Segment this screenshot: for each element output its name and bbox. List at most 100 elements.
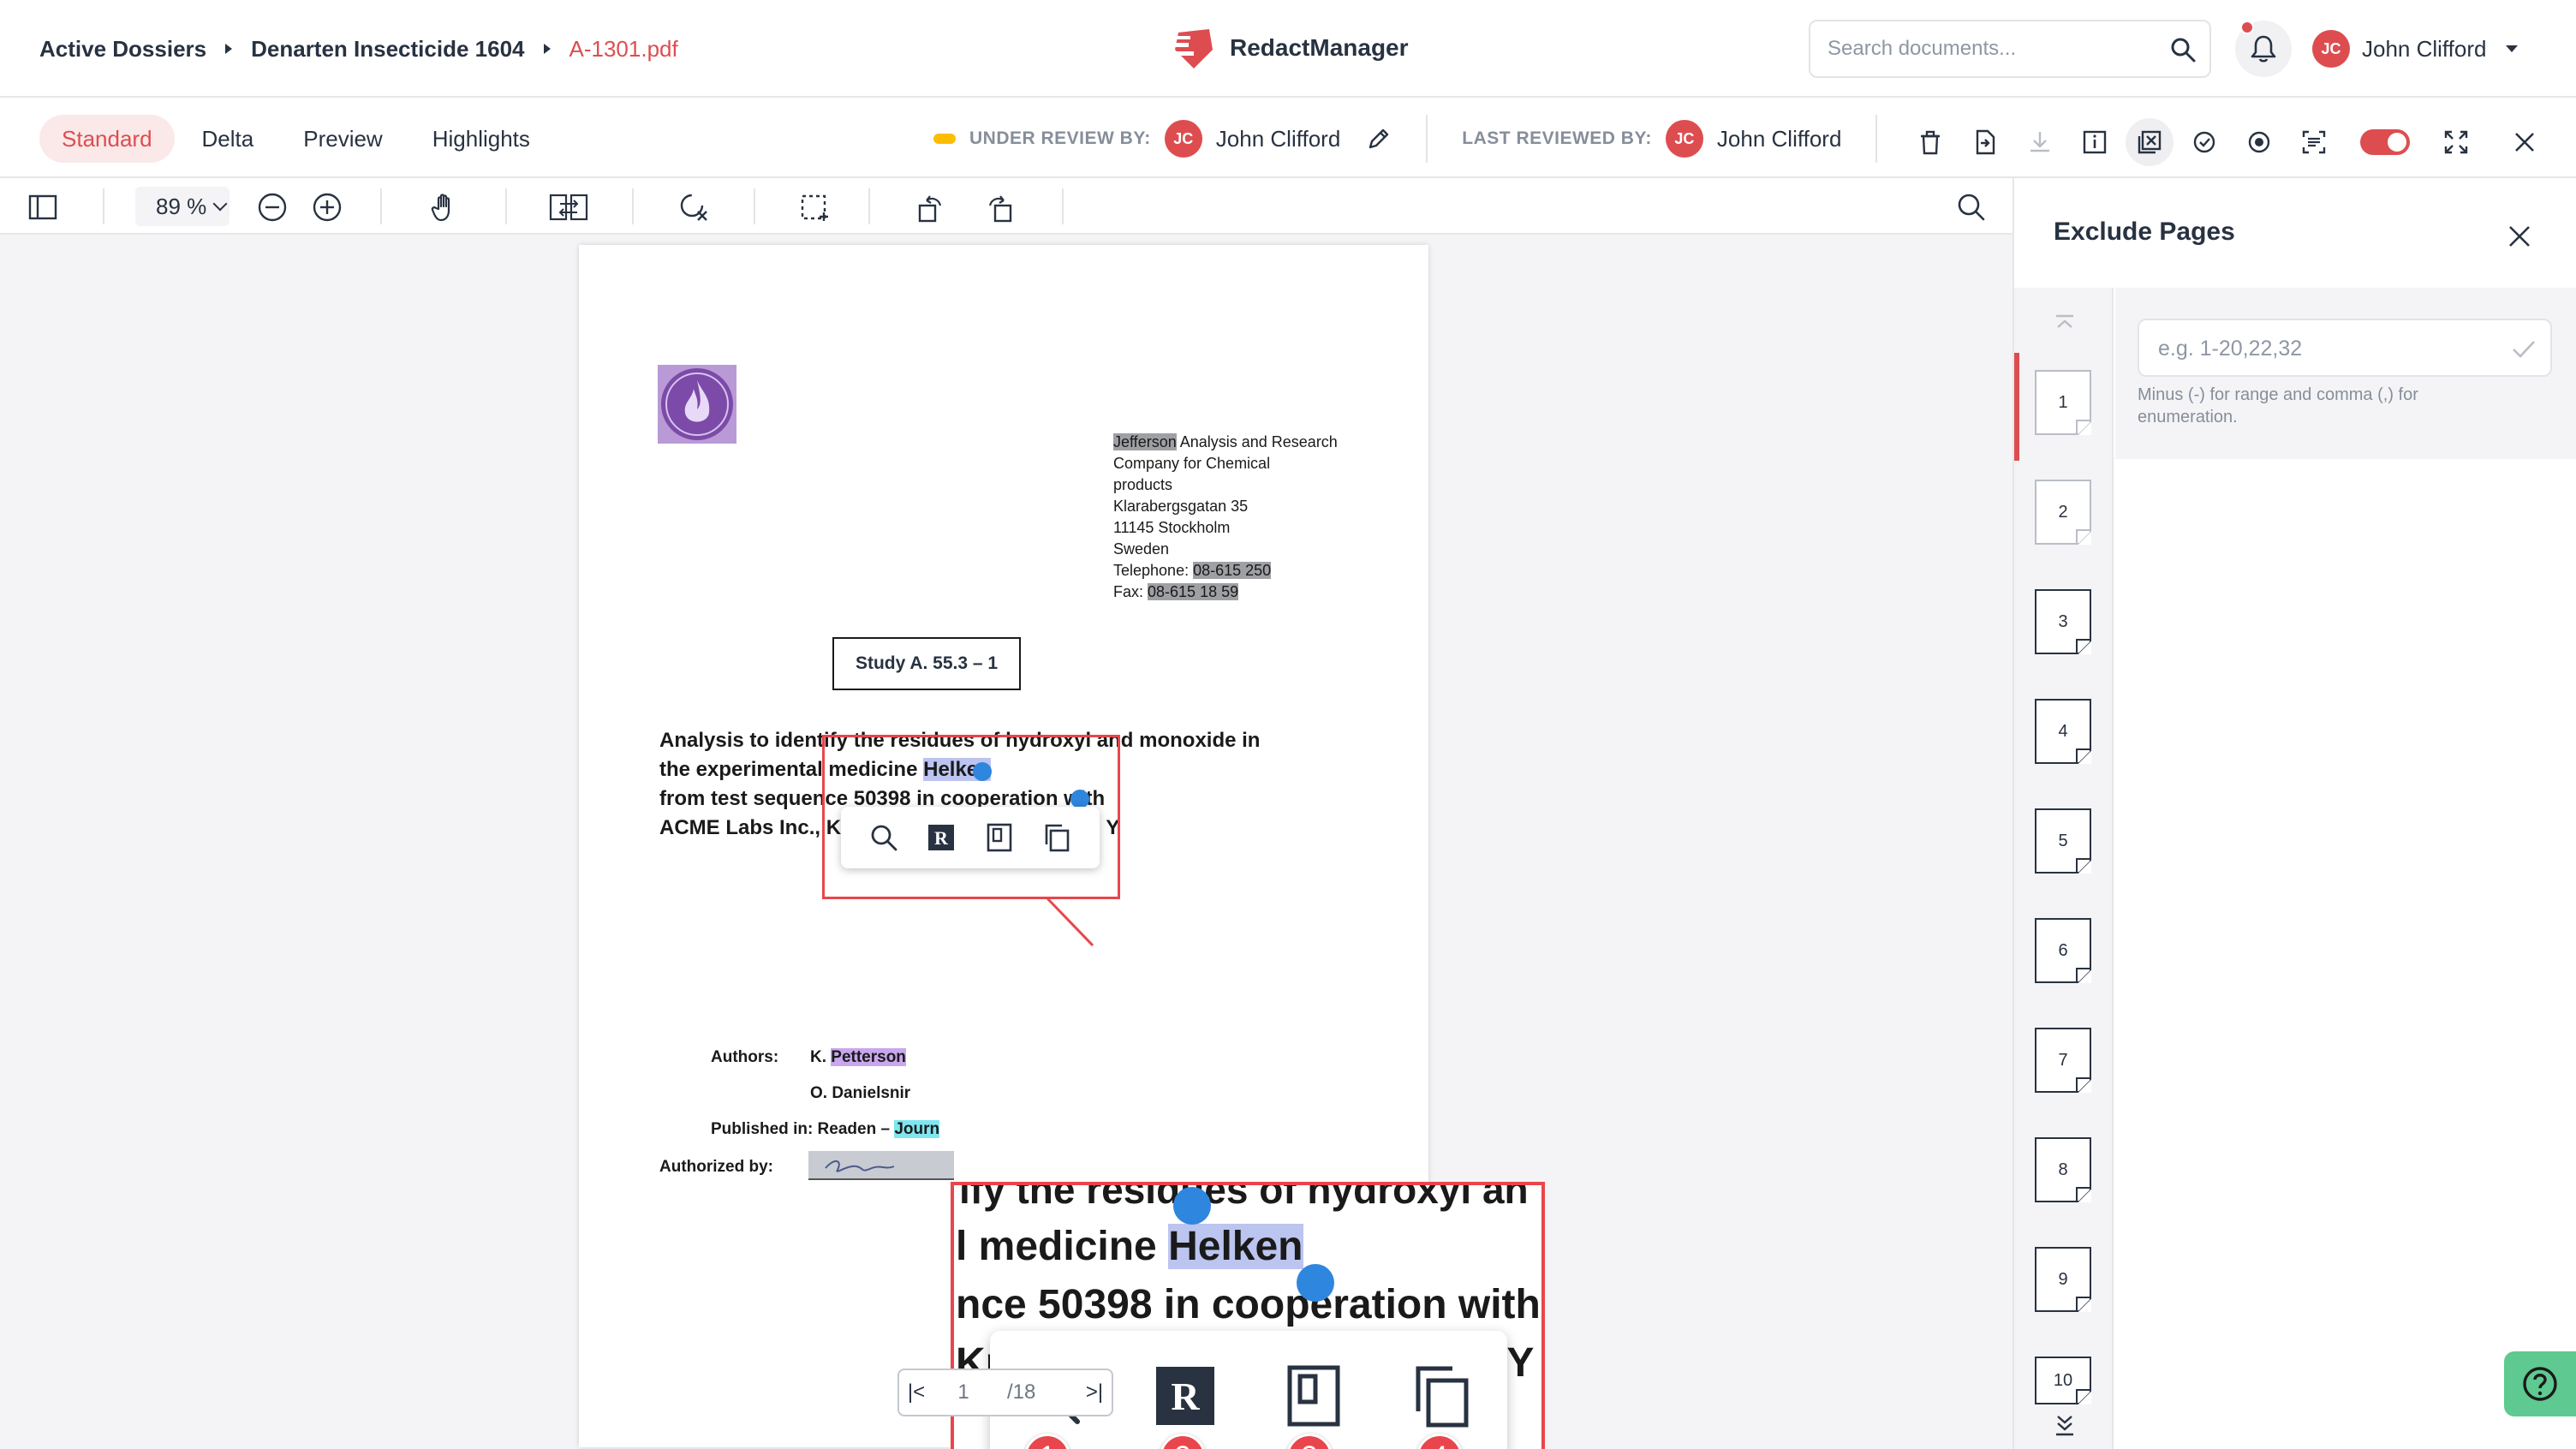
search-input[interactable] bbox=[1828, 33, 2153, 64]
rotate-left-icon[interactable] bbox=[913, 190, 947, 224]
redaction-highlight[interactable]: Journ bbox=[894, 1120, 940, 1138]
signature-redaction[interactable] bbox=[808, 1151, 954, 1180]
copy-icon bbox=[1416, 1366, 1469, 1428]
redaction-highlight[interactable]: 08-615 250 bbox=[1193, 562, 1272, 579]
view-mode-tabs: Standard Delta Preview Highlights bbox=[39, 115, 552, 163]
user-menu[interactable]: JC John Clifford bbox=[2312, 28, 2518, 69]
avatar: JC bbox=[1665, 120, 1703, 158]
zoom-out-icon[interactable] bbox=[255, 190, 289, 224]
page-thumbnail-9[interactable]: 9 bbox=[2035, 1247, 2091, 1312]
redaction-toggle[interactable] bbox=[2360, 129, 2410, 155]
document-viewer[interactable]: Jefferson Analysis and Research Company … bbox=[0, 236, 2012, 1449]
author-2: O. Danielsnir bbox=[810, 1084, 911, 1102]
page-thumbnail-7[interactable]: 7 bbox=[2035, 1028, 2091, 1093]
export-button[interactable] bbox=[1958, 121, 2012, 164]
study-label: Study A. 55.3 – 1 bbox=[832, 637, 1021, 690]
sender-address: Jefferson Analysis and Research Company … bbox=[1113, 432, 1370, 603]
page-thumbnail-1[interactable]: 1 bbox=[2035, 370, 2091, 435]
download-button[interactable] bbox=[2012, 121, 2067, 164]
exclude-pages-input[interactable] bbox=[2158, 334, 2501, 363]
divider bbox=[103, 188, 104, 224]
svg-text:R: R bbox=[934, 827, 949, 849]
download-icon bbox=[2030, 132, 2049, 152]
search-icon[interactable] bbox=[2168, 35, 2197, 64]
first-page-button[interactable]: |< bbox=[899, 1380, 933, 1404]
divider bbox=[632, 188, 634, 224]
scroll-to-bottom-icon[interactable] bbox=[2052, 1411, 2078, 1437]
close-icon[interactable] bbox=[2506, 223, 2533, 250]
divider bbox=[1875, 115, 1878, 163]
pencil-icon[interactable] bbox=[1366, 126, 1392, 152]
pan-hand-icon[interactable] bbox=[428, 190, 462, 224]
redaction-highlight[interactable]: Petterson bbox=[831, 1048, 906, 1066]
page-thumbnail-strip[interactable]: 1 2 3 4 5 6 7 8 9 10 bbox=[2014, 288, 2114, 1449]
close-document-button[interactable] bbox=[2497, 121, 2552, 164]
search-icon[interactable] bbox=[1954, 190, 1989, 224]
flame-logo-icon bbox=[661, 368, 733, 440]
page-thumbnail-3[interactable]: 3 bbox=[2035, 589, 2091, 654]
page-thumbnail-2[interactable]: 2 bbox=[2035, 480, 2091, 545]
address-line: Telephone: 08-615 250 bbox=[1113, 562, 1272, 579]
last-page-button[interactable]: >| bbox=[1077, 1380, 1112, 1404]
signature-image bbox=[825, 1160, 895, 1172]
breadcrumb-active-dossiers[interactable]: Active Dossiers bbox=[39, 36, 206, 63]
page-thumbnail-10[interactable]: 10 bbox=[2035, 1357, 2091, 1404]
search-redact-icon[interactable] bbox=[677, 190, 711, 224]
ocr-button[interactable] bbox=[2287, 121, 2341, 164]
area-select-icon[interactable] bbox=[798, 190, 832, 224]
notifications-button[interactable] bbox=[2235, 21, 2292, 77]
scroll-to-top-icon[interactable] bbox=[2052, 312, 2078, 337]
page-thumbnail-8[interactable]: 8 bbox=[2035, 1137, 2091, 1202]
page-thumbnail-4[interactable]: 4 bbox=[2035, 699, 2091, 764]
divider bbox=[380, 188, 382, 224]
selection-start-handle bbox=[1173, 1187, 1211, 1225]
current-page-input[interactable]: 1 bbox=[933, 1380, 993, 1404]
search-box bbox=[1809, 20, 2211, 78]
breadcrumb-current-file: A-1301.pdf bbox=[569, 35, 678, 62]
tab-delta[interactable]: Delta bbox=[180, 115, 277, 163]
redact-icon: R bbox=[1156, 1367, 1214, 1425]
fullscreen-button[interactable] bbox=[2429, 121, 2484, 164]
redact-icon[interactable]: R bbox=[926, 822, 957, 853]
document-toolbar: Standard Delta Preview Highlights UNDER … bbox=[0, 98, 2576, 178]
redaction-highlight[interactable]: 08-615 18 59 bbox=[1148, 583, 1239, 600]
tab-standard[interactable]: Standard bbox=[39, 115, 175, 163]
breadcrumb-dossier[interactable]: Denarten Insecticide 1604 bbox=[251, 36, 524, 63]
page-thumbnail-5[interactable]: 5 bbox=[2035, 808, 2091, 874]
record-button[interactable] bbox=[2232, 121, 2287, 164]
page-thumbnail-6[interactable]: 6 bbox=[2035, 918, 2091, 983]
panel-title: Exclude Pages bbox=[2054, 218, 2235, 246]
selection-start-handle[interactable] bbox=[973, 762, 992, 781]
rotate-right-icon[interactable] bbox=[983, 190, 1017, 224]
help-icon bbox=[2523, 1367, 2557, 1401]
selection-end-handle[interactable] bbox=[1070, 790, 1089, 808]
sidebar-toggle-icon[interactable] bbox=[26, 190, 60, 224]
tab-preview[interactable]: Preview bbox=[281, 115, 404, 163]
approve-button[interactable] bbox=[2177, 121, 2232, 164]
exclude-pages-panel: Exclude Pages 1 2 3 4 5 6 7 8 9 10 Minus… bbox=[2012, 178, 2576, 1449]
check-icon[interactable] bbox=[2511, 337, 2537, 361]
copy-icon[interactable] bbox=[1041, 822, 1072, 853]
tab-highlights[interactable]: Highlights bbox=[410, 115, 552, 163]
brand[interactable]: RedactManager bbox=[1170, 22, 1409, 74]
selection-end-handle bbox=[1297, 1264, 1334, 1302]
authors-label: Authors: bbox=[711, 1048, 779, 1066]
search-icon[interactable] bbox=[868, 822, 899, 853]
exclude-pages-button[interactable] bbox=[2126, 118, 2174, 166]
user-name: John Clifford bbox=[2362, 35, 2487, 62]
fullscreen-icon bbox=[2444, 130, 2468, 154]
add-to-dictionary-icon[interactable] bbox=[984, 822, 1015, 853]
status-indicator bbox=[933, 134, 956, 144]
document-info-button[interactable] bbox=[2067, 121, 2122, 164]
zoom-in-icon[interactable] bbox=[310, 190, 344, 224]
selected-text-highlight: Helken bbox=[1168, 1224, 1303, 1269]
delete-button[interactable] bbox=[1903, 121, 1958, 164]
divider bbox=[754, 188, 755, 224]
under-review-label: UNDER REVIEW BY: bbox=[969, 128, 1151, 148]
address-line: products bbox=[1113, 476, 1173, 493]
zoom-value: 89 % bbox=[156, 193, 207, 219]
help-button[interactable] bbox=[2504, 1351, 2576, 1416]
redaction-highlight[interactable]: Jefferson bbox=[1113, 433, 1177, 450]
compare-pages-icon[interactable] bbox=[548, 190, 589, 224]
zoom-select[interactable]: 89 % bbox=[135, 187, 230, 226]
